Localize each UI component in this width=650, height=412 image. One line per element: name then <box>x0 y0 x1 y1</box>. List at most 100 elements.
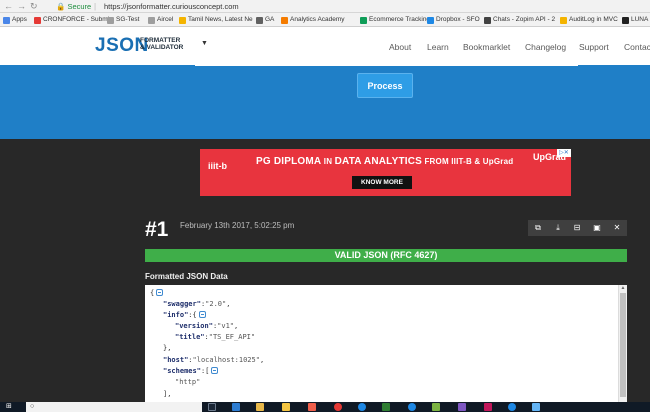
copy-icon[interactable]: ⧉ <box>529 220 547 236</box>
ad-cta-button[interactable]: KNOW MORE <box>352 176 412 189</box>
edge-icon[interactable] <box>232 403 240 411</box>
logo-subtitle-line-2: & VALIDATOR <box>140 44 184 51</box>
code-line: }, <box>163 344 172 352</box>
reload-icon[interactable]: ↻ <box>30 1 38 12</box>
fold-toggle-icon[interactable] <box>156 289 164 296</box>
bookmark-label: Tamil News, Latest Ne <box>188 16 253 23</box>
bookmark-label: Chats - Zopim API - 2 <box>493 16 556 23</box>
secure-label: Secure <box>67 2 92 11</box>
bookmark-item[interactable]: GA <box>256 15 274 25</box>
forward-icon[interactable]: → <box>17 1 26 12</box>
bookmark-label: CRONFORCE - Submi <box>43 16 110 23</box>
divider: | <box>94 2 97 11</box>
fold-toggle-icon[interactable] <box>211 367 219 374</box>
scrollbar[interactable]: ▲ <box>618 285 627 405</box>
skype-icon-2[interactable] <box>408 403 416 411</box>
chevron-down-icon[interactable]: ▼ <box>201 40 208 47</box>
fold-toggle-icon[interactable] <box>198 311 206 318</box>
app-icon-2[interactable] <box>484 403 492 411</box>
logo-subtitle-line-1: FORMATTER <box>140 37 181 44</box>
bookmark-label: LUNA <box>631 16 649 23</box>
download-icon[interactable]: ⤓ <box>549 220 567 236</box>
nav-link-support[interactable]: Support <box>579 42 609 52</box>
notepad-icon[interactable] <box>432 403 440 411</box>
ad-headline: PG DIPLOMA IN DATA ANALYTICS FROM IIIT-B… <box>256 156 513 167</box>
input-section <box>0 65 650 139</box>
result-toolbar: ⧉ ⤓ ⊟ ▣ ✕ <box>528 220 627 236</box>
close-icon[interactable]: ✕ <box>608 220 626 236</box>
bookmark-favicon-icon <box>560 16 567 24</box>
nav-link-learn[interactable]: Learn <box>427 42 449 52</box>
url-field[interactable]: https://jsonformatter.curiousconcept.com <box>104 1 239 12</box>
bookmark-favicon-icon <box>484 16 491 24</box>
bookmark-item[interactable]: Analytics Academy <box>281 15 345 25</box>
bookmarks-bar: Apps CRONFORCE - Submi SG-Test Aircel Tamil … <box>0 13 650 27</box>
bookmark-item[interactable]: Ecommerce Tracking <box>360 15 430 25</box>
folder-icon[interactable] <box>282 403 290 411</box>
code-line: "info":{ <box>163 311 206 320</box>
ad-logo: iiit-b <box>208 161 227 171</box>
bookmark-item[interactable]: SG-Test <box>107 15 139 25</box>
code-line: { <box>150 289 164 298</box>
ad-headline-part-2: IN <box>321 157 335 166</box>
task-view-icon[interactable] <box>208 403 216 411</box>
excel-icon[interactable] <box>382 403 390 411</box>
skype-icon[interactable] <box>358 403 366 411</box>
ad-banner[interactable]: iiit-b PG DIPLOMA IN DATA ANALYTICS FROM… <box>200 149 571 196</box>
bookmark-item[interactable]: Chats - Zopim API - 2 <box>484 15 555 25</box>
bookmark-favicon-icon <box>34 16 41 24</box>
code-line: "version":"v1", <box>175 322 239 330</box>
bookmark-label: Apps <box>12 16 27 23</box>
fullscreen-icon[interactable]: ▣ <box>588 220 606 236</box>
file-explorer-icon[interactable] <box>256 403 264 411</box>
bookmark-item[interactable]: AuditLog in MVC <box>560 15 618 25</box>
process-button[interactable]: Process <box>357 73 413 98</box>
bookmark-favicon-icon <box>148 16 155 24</box>
bookmark-label: SG-Test <box>116 16 140 23</box>
bookmark-item[interactable]: Tamil News, Latest Ne <box>179 15 253 25</box>
bookmark-favicon-icon <box>107 16 114 24</box>
bookmark-favicon-icon <box>3 16 10 24</box>
logo-subtitle: FORMATTER & VALIDATOR <box>140 37 200 51</box>
bookmark-label: Analytics Academy <box>290 16 345 23</box>
ad-headline-part-3: DATA ANALYTICS <box>334 156 423 167</box>
bookmark-item[interactable]: Aircel <box>148 15 173 25</box>
nav-link-contac[interactable]: Contac <box>624 42 650 52</box>
code-line: "title":"TS_EF_API" <box>175 333 256 341</box>
scrollbar-thumb[interactable] <box>620 293 626 397</box>
bookmark-favicon-icon <box>256 16 263 24</box>
code-line: "host":"localhost:1025", <box>163 356 265 364</box>
bookmark-item[interactable]: Dropbox - SFO <box>427 15 480 25</box>
code-line: "swagger":"2.0", <box>163 300 231 308</box>
bookmark-label: Aircel <box>157 16 174 23</box>
formatted-data-label: Formatted JSON Data <box>145 272 228 281</box>
visual-studio-icon[interactable] <box>458 403 466 411</box>
bookmark-label: Dropbox - SFO <box>436 16 480 23</box>
chrome-icon[interactable] <box>334 403 342 411</box>
ad-headline-part-4: FROM IIIT-B & UpGrad <box>422 157 514 166</box>
code-line: ], <box>163 390 172 398</box>
nav-link-about[interactable]: About <box>389 42 411 52</box>
secure-indicator[interactable]: 🔒 Secure <box>56 1 91 12</box>
code-line: "schemes":[ <box>163 367 219 376</box>
nav-link-bookmarklet[interactable]: Bookmarklet <box>463 42 510 52</box>
json-input-field[interactable] <box>195 62 578 66</box>
back-icon[interactable]: ← <box>4 1 13 12</box>
skype-icon-3[interactable] <box>508 403 516 411</box>
windows-start-icon[interactable]: ⊞ <box>6 403 12 411</box>
app-icon[interactable] <box>308 403 316 411</box>
bookmark-favicon-icon <box>179 16 186 24</box>
address-bar: ← → ↻ 🔒 Secure | https://jsonformatter.c… <box>0 0 650 13</box>
nav-link-changelog[interactable]: Changelog <box>525 42 566 52</box>
collapse-icon[interactable]: ⊟ <box>568 220 586 236</box>
app-icon-3[interactable] <box>532 403 540 411</box>
scroll-up-icon[interactable]: ▲ <box>620 285 626 292</box>
bookmark-item[interactable]: LUNA <box>622 15 648 25</box>
result-timestamp: February 13th 2017, 5:02:25 pm <box>180 221 295 230</box>
bookmark-item[interactable]: CRONFORCE - Submi <box>34 15 109 25</box>
bookmark-item[interactable]: Apps <box>3 15 27 25</box>
taskbar-search[interactable]: ○ <box>26 402 202 412</box>
formatted-json-viewer[interactable]: { "swagger":"2.0", "info":{ "version":"v… <box>145 285 627 405</box>
bookmark-label: GA <box>265 16 275 23</box>
ad-close-icon[interactable]: ▷✕ <box>557 149 571 157</box>
